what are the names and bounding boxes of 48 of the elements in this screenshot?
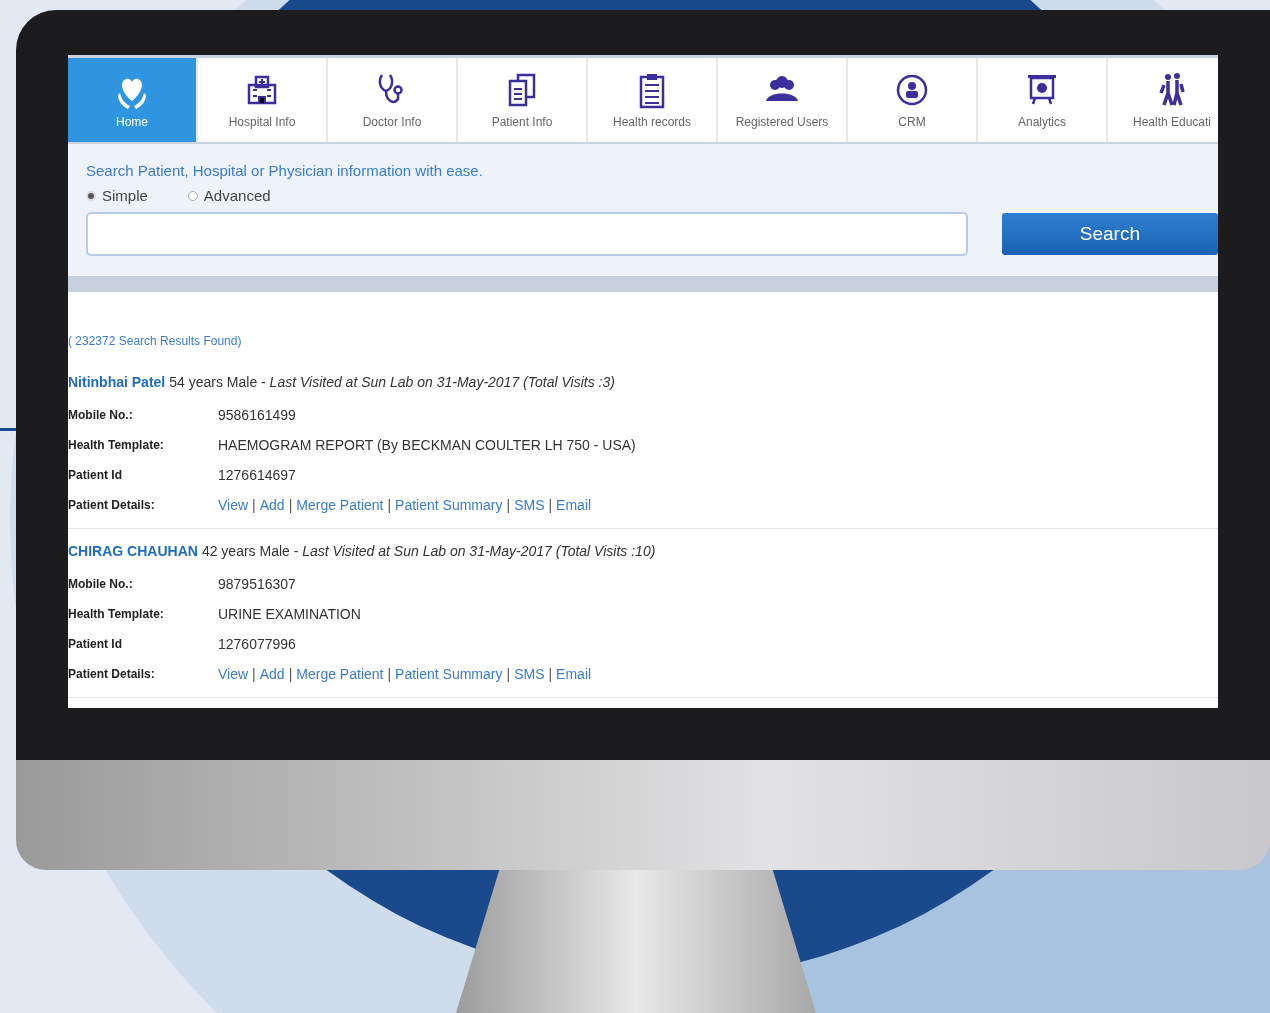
action-link[interactable]: Merge Patient	[296, 666, 384, 682]
field-label: Patient Details:	[68, 667, 156, 681]
patient-summary: 54 years Male - Last Visited at Sun Lab on 31-May-2017 (Total Visits :3)	[169, 374, 615, 390]
field-label: Patient Id	[68, 468, 123, 482]
action-link[interactable]: Merge Patient	[296, 497, 384, 513]
field-value: 1276614697	[218, 467, 297, 483]
field-label: Patient Details:	[68, 498, 156, 512]
field-label: Health Template:	[68, 607, 165, 621]
field-value: 9879516307	[218, 576, 297, 592]
action-link[interactable]: Email	[556, 666, 592, 682]
action-link[interactable]: Email	[556, 497, 592, 513]
field-value: HAEMOGRAM REPORT (By BECKMAN COULTER LH 750 - USA)	[218, 437, 637, 453]
field-value: 9586161499	[218, 407, 297, 423]
field-label: Patient Id	[68, 637, 123, 651]
link-separator: |	[387, 497, 392, 513]
link-separator: |	[387, 666, 392, 682]
field-value: URINE EXAMINATION	[218, 606, 362, 622]
radio-label: Advanced	[203, 187, 271, 204]
field-value: 1276077996	[218, 636, 297, 652]
action-link[interactable]: Add	[259, 666, 285, 682]
action-link[interactable]: SMS	[514, 666, 545, 682]
action-link[interactable]: Patient Summary	[395, 666, 503, 682]
link-separator: |	[288, 497, 293, 513]
search-field[interactable]	[86, 212, 968, 256]
search-button[interactable]: Search	[1001, 213, 1218, 255]
field-label: Mobile No.:	[68, 577, 134, 591]
link-separator: |	[288, 666, 293, 682]
link-separator: |	[548, 497, 553, 513]
action-link[interactable]: View	[218, 666, 249, 682]
results-count: ( 232372 Search Results Found)	[68, 334, 242, 348]
field-label: Mobile No.:	[68, 408, 134, 422]
link-separator: |	[548, 666, 553, 682]
action-link[interactable]: Patient Summary	[395, 497, 503, 513]
radio-button[interactable]	[187, 190, 198, 201]
patient-name-link[interactable]: Nitinbhai Patel	[68, 374, 166, 390]
link-separator: |	[506, 497, 511, 513]
patient-name-link[interactable]: CHIRAG CHAUHAN	[68, 543, 198, 559]
link-separator: |	[252, 666, 256, 682]
action-link[interactable]: SMS	[514, 497, 545, 513]
action-link[interactable]: Add	[259, 497, 285, 513]
nav-tab[interactable]: Home	[68, 58, 198, 142]
link-separator: |	[252, 497, 256, 513]
search-hint: Search Patient, Hospital or Physician information with ease.	[86, 162, 484, 179]
action-link[interactable]: View	[218, 497, 249, 513]
link-separator: |	[506, 666, 511, 682]
field-label: Health Template:	[68, 438, 165, 452]
patient-summary: 42 years Male - Last Visited at Sun Lab on 31-May-2017 (Total Visits :10)	[201, 543, 656, 559]
radio-label: Simple	[102, 187, 148, 204]
